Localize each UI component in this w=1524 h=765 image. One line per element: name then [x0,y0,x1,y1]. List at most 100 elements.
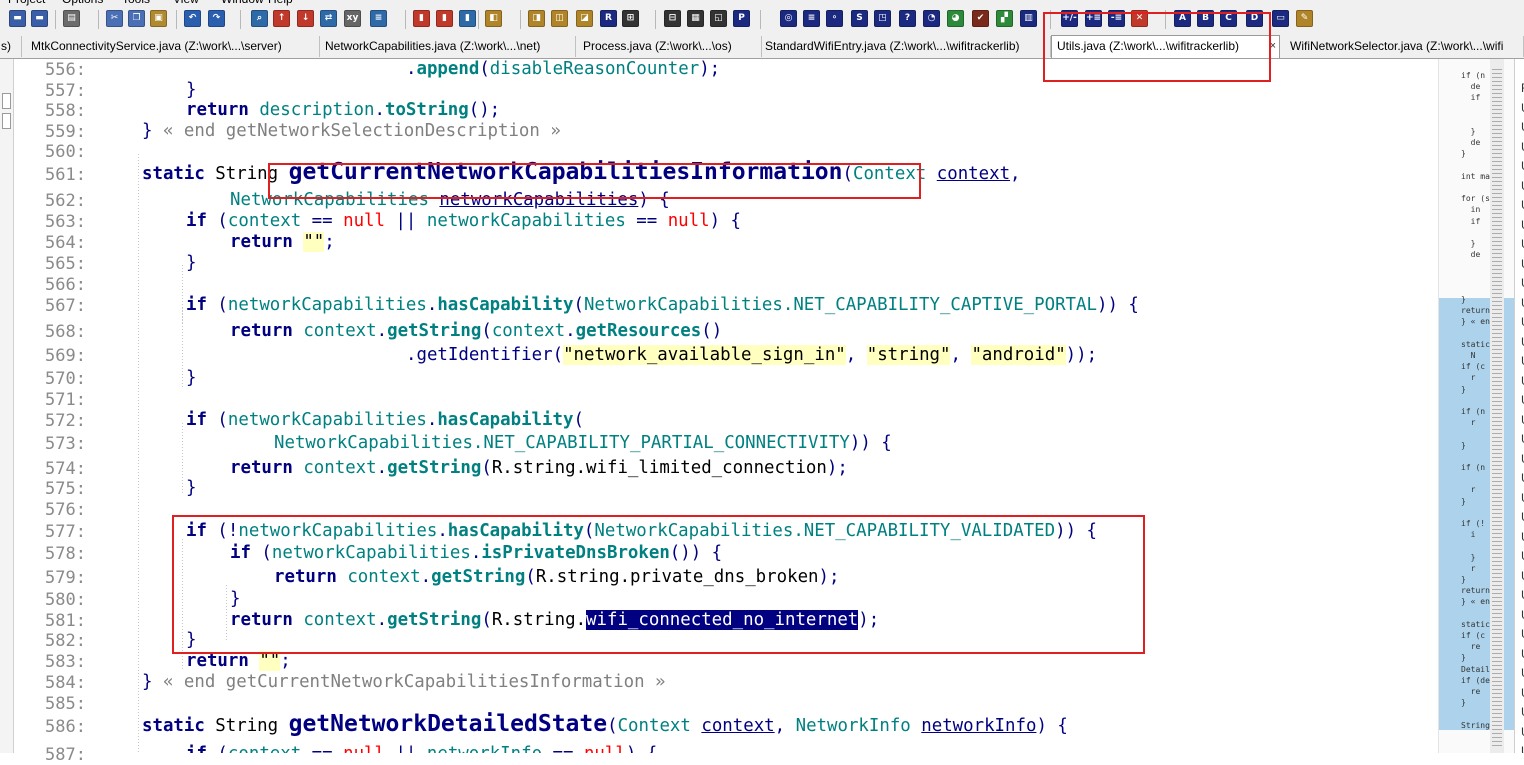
browser-icon[interactable]: ◕ [947,10,964,27]
code-token: )) { [1096,295,1139,315]
file-tab[interactable]: StandardWifiEntry.java (Z:\work\...\wifi… [760,36,1051,57]
minimap-line: i [1461,530,1476,540]
paste-icon[interactable]: ▣ [150,10,167,27]
find-in-files-icon[interactable]: ≡ [370,10,387,27]
bookmark-toggle-icon[interactable]: ▮ [413,10,430,27]
code-line[interactable]: return ""; [186,651,291,671]
code-line[interactable]: } « end getCurrentNetworkCapabilitiesInf… [142,672,666,692]
redo-icon[interactable]: ↷ [208,10,225,27]
code-line[interactable]: if (context == null || networkInfo == nu… [186,744,657,753]
window-cascade-icon[interactable]: ▦ [687,10,704,27]
vertical-scrollbar[interactable] [1490,59,1504,753]
line-number: 580: [45,590,86,610]
code-line[interactable]: NetworkCapabilities.NET_CAPABILITY_PARTI… [274,433,892,453]
relation-icon[interactable]: ⚬ [826,10,843,27]
context-window-icon[interactable]: ≡ [803,10,820,27]
indent-guide [182,308,183,388]
code-token: getString [387,321,482,341]
code-line[interactable]: } [186,253,196,273]
print-icon[interactable]: ▤ [63,10,80,27]
symbol-window-icon[interactable]: ◎ [780,10,797,27]
find-previous-icon[interactable]: ↑ [273,10,290,27]
code-token: if [186,211,207,231]
code-token: null [667,211,710,231]
clip-window-icon[interactable]: ◳ [874,10,891,27]
minimap-line: if (c [1461,362,1486,372]
code-token: Context [617,716,691,736]
line-number: 560: [45,142,86,162]
window-split-icon[interactable]: ⊟ [664,10,681,27]
minimap-line: } [1461,698,1466,708]
code-token: , [845,345,867,365]
bookmark-next-icon[interactable]: ▮ [436,10,453,27]
find-next-icon[interactable]: ↓ [297,10,314,27]
minimap-line: } [1461,384,1466,394]
code-line[interactable]: .append(disableReasonCounter); [406,59,720,79]
bookmark-clear-icon[interactable]: ▮ [459,10,476,27]
file-tab-label: StandardWifiEntry.java (Z:\work\...\wifi… [765,39,1020,53]
code-line[interactable]: .getIdentifier("network_available_sign_i… [406,345,1097,365]
code-token: « end getNetworkSelectionDescription » [152,120,561,141]
code-token: , [774,716,796,736]
code-line[interactable]: if (context == null || networkCapabiliti… [186,211,741,231]
code-line[interactable]: static String getNetworkDetailedState(Co… [142,711,1068,737]
layout-icon[interactable]: ▞ [996,10,1013,27]
outline-icon[interactable]: ▥ [1020,10,1037,27]
replace-xy-icon[interactable]: xy [344,10,361,27]
toolbar-separator [760,10,761,29]
code-token: ) { [626,744,657,753]
undo-icon[interactable]: ↶ [184,10,201,27]
context-menu-icon[interactable]: R [600,10,617,27]
file-tab-label: s) [1,39,11,53]
code-line[interactable]: if (networkCapabilities.hasCapability( [186,410,584,430]
check-icon[interactable]: ✔ [972,10,989,27]
find-icon[interactable]: ⌕ [251,10,268,27]
project-window-icon[interactable]: P [733,10,750,27]
window-close-icon[interactable]: ◱ [710,10,727,27]
code-line[interactable]: return ""; [230,232,335,252]
note-icon[interactable]: ✎ [1296,10,1313,27]
file-tab[interactable]: MtkConnectivityService.java (Z:\work\...… [26,36,320,57]
code-token: context [491,321,566,341]
file-tab[interactable]: WifiNetworkSelector.java (Z:\work\...\wi… [1285,36,1524,57]
minimap-line: de [1461,138,1481,148]
jump-back-icon[interactable]: ◧ [485,10,502,27]
line-number: 578: [45,544,86,564]
code-token: null [343,744,385,753]
lookup-icon[interactable]: ◔ [923,10,940,27]
code-token: return [230,232,293,252]
code-line[interactable]: return context.getString(context.getReso… [230,321,722,341]
code-line[interactable]: } « end getNetworkSelectionDescription » [142,121,561,141]
code-line[interactable]: } [186,368,196,388]
code-token: context [303,458,377,478]
code-token: if [186,295,207,315]
copy-icon[interactable]: ❐ [128,10,145,27]
search-results-icon[interactable]: S [851,10,868,27]
line-number: 568: [45,322,86,342]
file-tab[interactable]: Process.java (Z:\work\...\os) [578,36,762,57]
symbol-info-icon[interactable]: ◫ [551,10,568,27]
window-tile-icon[interactable]: ⊞ [622,10,639,27]
file-tab[interactable]: NetworkCapabilities.java (Z:\work\...\ne… [320,36,576,57]
code-token: static [142,716,205,736]
code-line[interactable]: if (networkCapabilities.hasCapability(Ne… [186,295,1139,315]
save-all-icon[interactable]: ▬ [31,10,48,27]
code-line[interactable]: } [186,478,196,498]
relation-window-icon[interactable]: ◪ [576,10,593,27]
folder-icon[interactable]: ▭ [1272,10,1289,27]
minimap-line: r [1461,563,1476,573]
replace-icon[interactable]: ⇄ [320,10,337,27]
file-tab[interactable]: s) [0,36,22,57]
code-line[interactable]: } [186,80,196,100]
code-line[interactable]: return description.toString(); [186,100,500,120]
jump-forward-icon[interactable]: ◨ [528,10,545,27]
code-token: return [186,651,249,671]
line-number: 569: [45,346,86,366]
cut-icon[interactable]: ✂ [106,10,123,27]
code-token: ( [607,716,618,736]
save-icon[interactable]: ▬ [9,10,26,27]
code-line[interactable]: return context.getString(R.string.wifi_l… [230,458,848,478]
overview-icon[interactable]: ? [899,10,916,27]
code-token: String [204,716,289,736]
